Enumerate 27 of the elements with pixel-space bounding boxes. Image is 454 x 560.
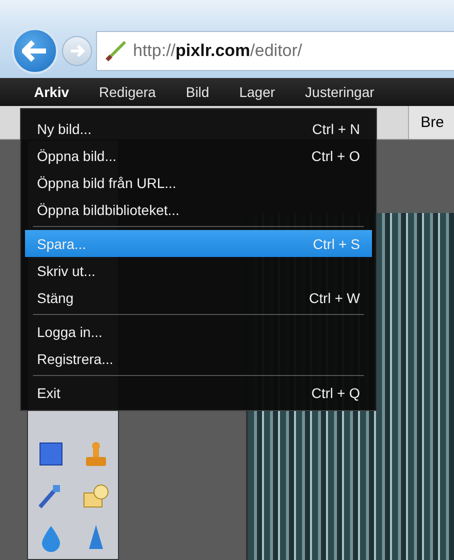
menu-bar-item[interactable]: Lager (239, 84, 276, 100)
shortcut-text: Ctrl + N (312, 120, 360, 136)
menu-item[interactable]: Stäng Ctrl + W (25, 284, 372, 311)
menu-item[interactable]: Ny bild... Ctrl + N (25, 115, 372, 142)
shortcut-text: Ctrl + S (312, 236, 360, 252)
back-button[interactable] (12, 28, 58, 74)
shortcut-text: Ctrl + Q (311, 384, 360, 400)
paintbrush-icon (105, 40, 127, 62)
menu-item[interactable]: Registrera... (25, 345, 372, 372)
menu-item[interactable]: Logga in... (25, 318, 372, 345)
menu-item[interactable]: Skriv ut... (25, 257, 372, 284)
menu-bar-item[interactable]: Justeringar (305, 84, 374, 100)
address-bar[interactable]: http://pixlr.com/editor/ (96, 31, 454, 72)
menu-bar-item[interactable]: Redigera (99, 84, 156, 100)
menu-item[interactable]: Exit Ctrl + Q (25, 379, 372, 406)
menu-bar-item[interactable]: Arkiv (34, 84, 70, 100)
shortcut-text: Ctrl + W (309, 290, 360, 306)
toolbar-button[interactable]: Bre (408, 106, 454, 139)
menu-item[interactable]: Öppna bildbiblioteket... (25, 196, 372, 223)
shortcut-text: Ctrl + O (311, 148, 360, 164)
back-arrow-icon (22, 40, 48, 62)
menu-item[interactable]: Öppna bild... Ctrl + O (25, 142, 372, 169)
menu-item[interactable]: Öppna bild från URL... (25, 169, 372, 196)
menu-bar-item[interactable]: Bild (186, 84, 210, 100)
forward-button[interactable] (62, 36, 92, 66)
forward-arrow-icon (69, 44, 85, 58)
url-text: http://pixlr.com/editor/ (133, 41, 302, 62)
